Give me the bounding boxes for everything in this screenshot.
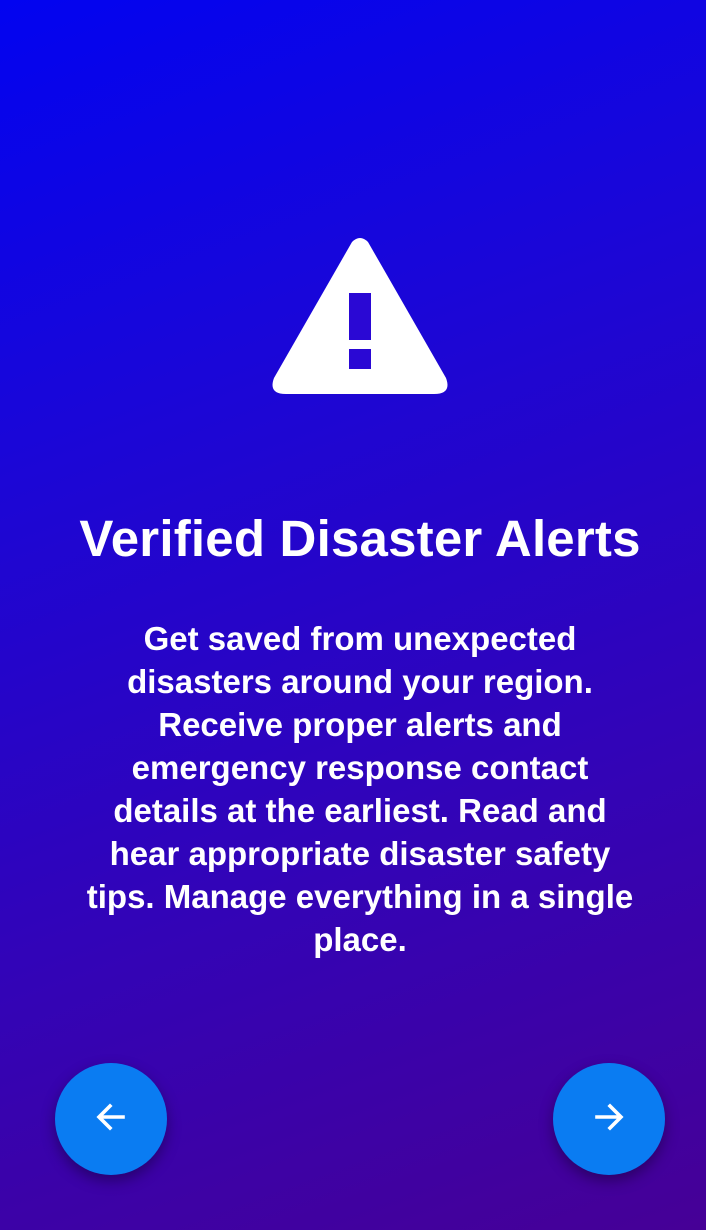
page-title: Verified Disaster Alerts [79, 510, 641, 567]
back-button[interactable] [55, 1063, 167, 1175]
description-text: Get saved from unexpected disasters arou… [86, 620, 634, 958]
onboarding-screen: Verified Disaster Alerts Get saved from … [0, 0, 706, 1230]
arrow-right-icon [589, 1097, 629, 1142]
warning-icon [270, 236, 450, 396]
arrow-left-icon [91, 1097, 131, 1142]
next-button[interactable] [553, 1063, 665, 1175]
